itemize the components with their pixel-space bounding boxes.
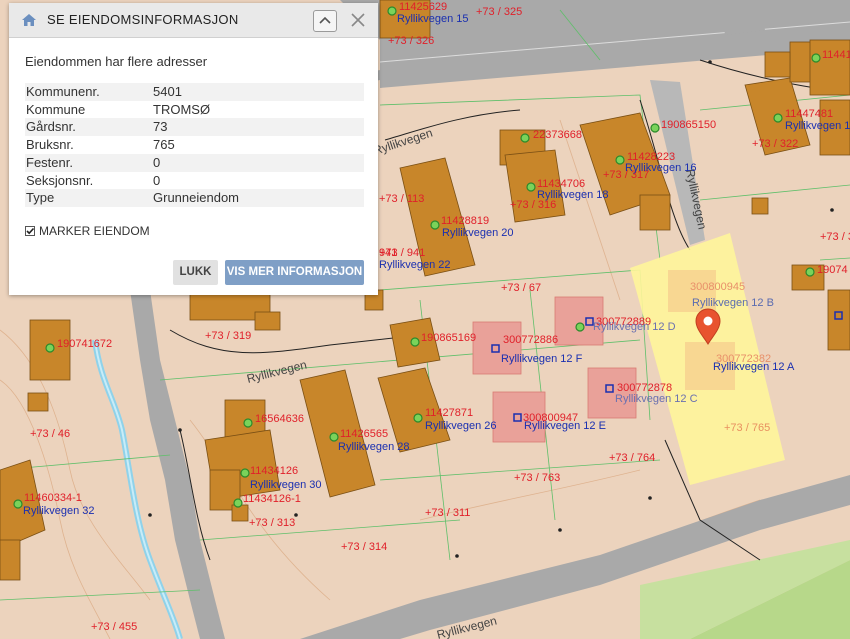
parcel-label: +73 / 325: [476, 6, 522, 18]
building-id: 190865150: [661, 119, 716, 131]
row-key: Type: [25, 189, 153, 207]
address-label: Ryllikvegen 15: [397, 13, 469, 25]
building-id: 11427871: [425, 407, 473, 419]
parcel-label: +73 / 455: [91, 621, 137, 633]
parcel-label: +73 / 113: [379, 193, 424, 205]
parcel-label: +73 / 765: [724, 422, 770, 434]
table-row: Kommunenr. 5401: [25, 83, 364, 101]
building-id: 11447481: [785, 108, 833, 120]
table-row: Type Grunneiendom: [25, 189, 364, 207]
parcel-label: +73 / 322: [752, 138, 798, 150]
building-id: 300772886: [503, 334, 558, 346]
building-id: 11434126: [250, 465, 298, 477]
building-id: 190741672: [57, 338, 112, 350]
parcel-label: +73 / 764: [609, 452, 655, 464]
address-label: Ryllikvegen 20: [442, 227, 514, 239]
row-value: 73: [153, 118, 364, 137]
building-id: 941: [379, 247, 397, 259]
parcel-label: +73 / 314: [341, 541, 387, 553]
row-value: 0: [153, 153, 364, 172]
building-id: 11425629: [399, 1, 447, 13]
address-label: Ryllikvegen 12 F: [501, 353, 583, 365]
parcel-label: +73 / 321: [820, 231, 850, 243]
row-value: TROMSØ: [153, 101, 211, 117]
checkbox-label: MARKER EIENDOM: [39, 224, 150, 238]
address-label: Ryllikvegen 26: [425, 420, 497, 432]
building-id: 11426565: [340, 428, 388, 440]
close-button[interactable]: LUKK: [173, 260, 218, 285]
parcel-label: +73 / 67: [501, 282, 541, 294]
table-row: Kommune TROMSØ: [25, 101, 364, 119]
building-id: 11434126-1: [243, 493, 301, 505]
building-id: 300800945: [690, 281, 745, 293]
parcel-label: +73 / 311: [425, 507, 470, 519]
address-label: Ryllikvegen 22: [379, 259, 451, 271]
table-row: Festenr. 0: [25, 153, 364, 172]
property-info-panel: SE EIENDOMSINFORMASJON Eiendommen har fl…: [9, 3, 378, 295]
row-value: 0: [153, 172, 161, 188]
address-label: Ryllikvegen 12 E: [524, 420, 606, 432]
show-more-button[interactable]: VIS MER INFORMASJON: [225, 260, 364, 285]
parcel-label: +73 / 313: [249, 517, 295, 529]
table-row: Gårdsnr. 73: [25, 118, 364, 137]
marker-eiendom-checkbox[interactable]: MARKER EIENDOM: [25, 224, 150, 238]
parcel-label: +73 / 763: [514, 472, 560, 484]
home-icon: [22, 13, 36, 31]
address-label: Ryllikvegen 12 C: [615, 393, 698, 405]
panel-subtitle: Eiendommen har flere adresser: [25, 54, 208, 69]
building-id: 16564636: [255, 413, 304, 425]
chevron-up-icon: [319, 16, 331, 24]
address-label: Ryllikvegen 18: [537, 189, 609, 201]
row-key: Festenr.: [25, 153, 153, 172]
table-row: Seksjonsnr. 0: [25, 172, 364, 190]
building-id: 190865169: [421, 332, 476, 344]
checkbox-icon[interactable]: [25, 226, 35, 236]
address-label: Ryllikvegen 12 D: [593, 321, 676, 333]
row-value: 5401: [153, 83, 364, 101]
row-key: Gårdsnr.: [25, 118, 153, 137]
address-label: Ryllikvegen 28: [338, 441, 410, 453]
address-label: Ryllikvegen 12 B: [692, 297, 774, 309]
building-id: 11428819: [441, 215, 489, 227]
table-row: Bruksnr. 765: [25, 136, 364, 154]
close-icon[interactable]: [349, 11, 367, 29]
row-value: Grunneiendom: [153, 189, 364, 207]
collapse-button[interactable]: [313, 10, 337, 32]
row-value: 765: [153, 137, 175, 153]
panel-header: SE EIENDOMSINFORMASJON: [9, 3, 378, 38]
address-label: Ryllikvegen 32: [23, 505, 95, 517]
row-key: Seksjonsnr.: [26, 172, 94, 188]
building-id: 11460334-1: [24, 492, 82, 504]
property-info-table: Kommunenr. 5401 Kommune TROMSØ Gårdsnr. 73 …: [25, 83, 364, 207]
address-label: Ryllikvegen 30: [250, 479, 322, 491]
row-key: Kommunenr.: [25, 83, 153, 101]
address-label: Ryllikvegen 16: [625, 162, 697, 174]
panel-title: SE EIENDOMSINFORMASJON: [47, 12, 239, 27]
address-label: Ryllikvegen 14: [785, 120, 850, 132]
parcel-label: +73 / 319: [205, 330, 251, 342]
address-label: Ryllikvegen 12 A: [713, 361, 795, 373]
building-id: 22373668: [533, 129, 582, 141]
building-id: 11441: [822, 49, 850, 61]
building-id: 19074: [817, 264, 848, 276]
parcel-label: +73 / 46: [30, 428, 70, 440]
parcel-label: +73 / 326: [388, 35, 434, 47]
row-key: Kommune: [26, 101, 86, 117]
row-key: Bruksnr.: [26, 137, 74, 153]
